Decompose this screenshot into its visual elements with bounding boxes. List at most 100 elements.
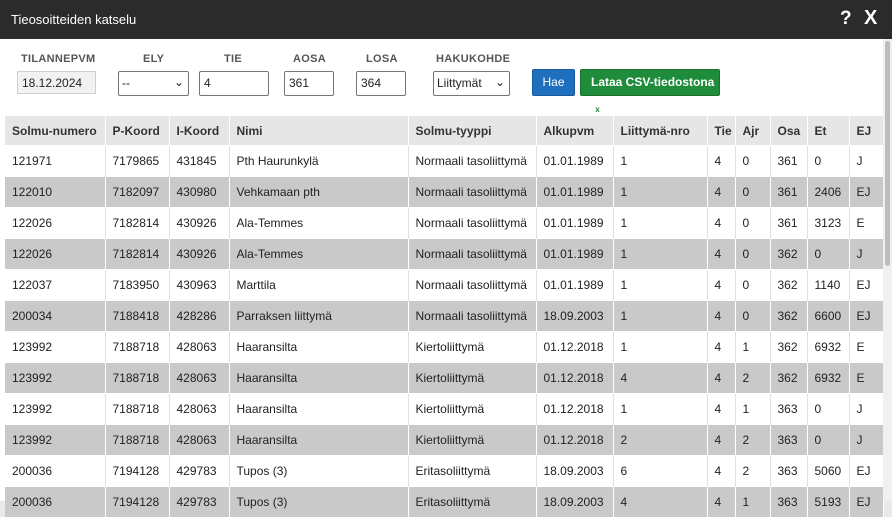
table-cell: 0 xyxy=(807,394,849,425)
table-cell: 4 xyxy=(707,363,735,394)
close-icon[interactable]: X xyxy=(864,7,877,30)
table-cell: Parraksen liittymä xyxy=(229,301,408,332)
table-cell: Normaali tasoliittymä xyxy=(408,146,536,177)
table-row[interactable]: 1239927188718428063HaaransiltaKiertoliit… xyxy=(5,363,883,394)
table-row[interactable]: 2000347188418428286Parraksen liittymäNor… xyxy=(5,301,883,332)
table-cell: Tupos (3) xyxy=(229,456,408,487)
table-cell: EJ xyxy=(849,270,883,301)
table-cell: 0 xyxy=(807,425,849,456)
table-cell: 01.12.2018 xyxy=(536,425,613,456)
table-cell: 0 xyxy=(807,239,849,270)
table-cell: 5193 xyxy=(807,487,849,517)
table-row[interactable]: 1220377183950430963MarttilaNormaali taso… xyxy=(5,270,883,301)
table-row[interactable]: 1239927188718428063HaaransiltaKiertoliit… xyxy=(5,394,883,425)
table-row[interactable]: 1239927188718428063HaaransiltaKiertoliit… xyxy=(5,425,883,456)
table-cell: 7188718 xyxy=(105,394,169,425)
table-cell: 7182097 xyxy=(105,177,169,208)
column-header[interactable]: I-Koord xyxy=(169,116,229,146)
table-cell: EJ xyxy=(849,456,883,487)
table-cell: E xyxy=(849,332,883,363)
tie-input[interactable]: 4 xyxy=(199,71,269,96)
table-cell: J xyxy=(849,425,883,456)
table-cell: 1 xyxy=(735,487,770,517)
tilannepvm-field[interactable]: 18.12.2024 xyxy=(17,71,96,94)
table-cell: 362 xyxy=(770,270,807,301)
column-header[interactable]: Liittymä-nro xyxy=(613,116,707,146)
column-header[interactable]: Osa xyxy=(770,116,807,146)
table-cell: 2 xyxy=(735,425,770,456)
aosa-input[interactable]: 361 xyxy=(284,71,334,96)
table-cell: 0 xyxy=(735,301,770,332)
table-cell: 428063 xyxy=(169,363,229,394)
download-csv-button[interactable]: Lataa CSV-tiedostona x xyxy=(580,69,720,96)
ely-select[interactable]: -- ⌄ xyxy=(118,71,189,96)
table-cell: Kiertoliittymä xyxy=(408,332,536,363)
table-cell: 123992 xyxy=(5,363,105,394)
table-cell: 01.01.1989 xyxy=(536,239,613,270)
column-header[interactable]: Solmu-numero xyxy=(5,116,105,146)
table-cell: 0 xyxy=(807,146,849,177)
table-cell: 428063 xyxy=(169,394,229,425)
table-cell: Kiertoliittymä xyxy=(408,394,536,425)
table-cell: 7188718 xyxy=(105,425,169,456)
table-header-row: Solmu-numeroP-KoordI-KoordNimiSolmu-tyyp… xyxy=(5,116,883,146)
table-cell: 1 xyxy=(613,239,707,270)
table-cell: 428286 xyxy=(169,301,229,332)
hakukohde-select[interactable]: Liittymät ⌄ xyxy=(433,71,510,96)
table-cell: Ala-Temmes xyxy=(229,208,408,239)
table-cell: 430963 xyxy=(169,270,229,301)
table-cell: 01.12.2018 xyxy=(536,332,613,363)
column-header[interactable]: Et xyxy=(807,116,849,146)
table-row[interactable]: 1219717179865431845Pth HaurunkyläNormaal… xyxy=(5,146,883,177)
column-header[interactable]: EJ xyxy=(849,116,883,146)
help-icon[interactable]: ? xyxy=(840,8,852,30)
losa-input[interactable]: 364 xyxy=(356,71,406,96)
table-cell: 1 xyxy=(613,177,707,208)
table-cell: 7188718 xyxy=(105,363,169,394)
table-cell: 1 xyxy=(613,332,707,363)
table-cell: 363 xyxy=(770,456,807,487)
download-csv-label: Lataa CSV-tiedostona xyxy=(591,75,714,89)
table-cell: 1 xyxy=(613,146,707,177)
scrollbar-thumb[interactable] xyxy=(885,41,890,266)
table-cell: 430926 xyxy=(169,239,229,270)
table-cell: J xyxy=(849,146,883,177)
column-header[interactable]: Ajr xyxy=(735,116,770,146)
table-row[interactable]: 1220267182814430926Ala-TemmesNormaali ta… xyxy=(5,239,883,270)
table-cell: Tupos (3) xyxy=(229,487,408,517)
column-header[interactable]: P-Koord xyxy=(105,116,169,146)
column-header[interactable]: Tie xyxy=(707,116,735,146)
table-cell: 18.09.2003 xyxy=(536,456,613,487)
table-cell: 7182814 xyxy=(105,239,169,270)
column-header[interactable]: Nimi xyxy=(229,116,408,146)
table-row[interactable]: 1239927188718428063HaaransiltaKiertoliit… xyxy=(5,332,883,363)
table-cell: Vehkamaan pth xyxy=(229,177,408,208)
column-header[interactable]: Alkupvm xyxy=(536,116,613,146)
ely-label: ELY xyxy=(143,53,164,65)
table-row[interactable]: 1220107182097430980Vehkamaan pthNormaali… xyxy=(5,177,883,208)
search-button[interactable]: Hae xyxy=(532,69,575,96)
table-row[interactable]: 2000367194128429783Tupos (3)Eritasoliitt… xyxy=(5,456,883,487)
table-cell: 200036 xyxy=(5,487,105,517)
table-cell: 4 xyxy=(707,239,735,270)
table-cell: Haaransilta xyxy=(229,332,408,363)
table-cell: 122037 xyxy=(5,270,105,301)
table-cell: 6600 xyxy=(807,301,849,332)
table-cell: 1 xyxy=(613,208,707,239)
table-cell: 123992 xyxy=(5,425,105,456)
table-row[interactable]: 1220267182814430926Ala-TemmesNormaali ta… xyxy=(5,208,883,239)
table-cell: 0 xyxy=(735,177,770,208)
table-cell: 4 xyxy=(707,425,735,456)
table-cell: 01.01.1989 xyxy=(536,270,613,301)
hakukohde-label: HAKUKOHDE xyxy=(436,53,510,65)
table-cell: 4 xyxy=(707,456,735,487)
losa-label: LOSA xyxy=(366,53,398,65)
column-header[interactable]: Solmu-tyyppi xyxy=(408,116,536,146)
table-cell: 200034 xyxy=(5,301,105,332)
table-cell: Normaali tasoliittymä xyxy=(408,301,536,332)
table-cell: 4 xyxy=(707,146,735,177)
table-cell: 362 xyxy=(770,239,807,270)
chevron-down-icon: ⌄ xyxy=(495,75,505,89)
table-row[interactable]: 2000367194128429783Tupos (3)Eritasoliitt… xyxy=(5,487,883,517)
table-cell: 4 xyxy=(707,301,735,332)
